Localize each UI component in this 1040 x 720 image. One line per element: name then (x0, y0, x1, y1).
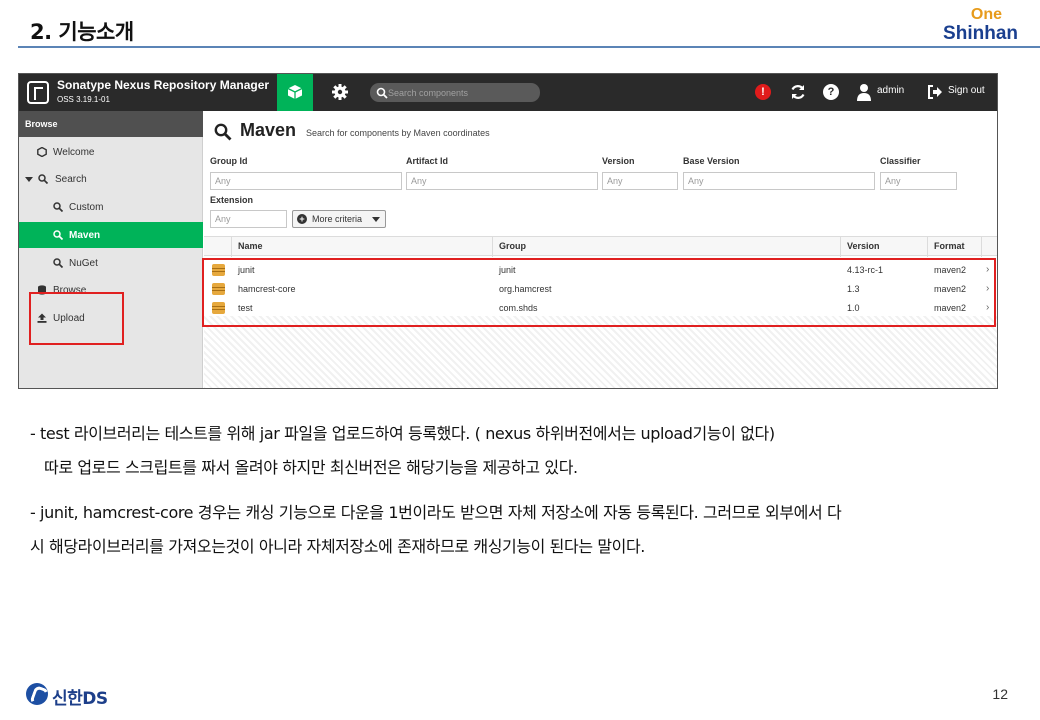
search-icon (38, 174, 48, 184)
app-name: Sonatype Nexus Repository Manager (57, 78, 270, 92)
group-id-label: Group Id (210, 156, 248, 166)
paragraph-line: - junit, hamcrest-core 경우는 캐싱 기능으로 다운을 1… (30, 503, 842, 522)
search-icon (376, 87, 388, 99)
sidebar-header: Browse (19, 111, 203, 137)
search-icon (53, 258, 63, 268)
nexus-logo-icon[interactable] (27, 81, 49, 104)
column-divider (840, 237, 841, 257)
column-divider (231, 237, 232, 257)
browse-mode-button[interactable] (277, 74, 313, 111)
title-divider (18, 46, 1040, 48)
one-shinhan-logo: One Shinhan (932, 6, 1018, 44)
sidebar-item-label: Custom (69, 202, 104, 213)
brand-shinhan-text: Shinhan (943, 23, 1018, 44)
slide-title: 2. 기능소개 (30, 20, 134, 44)
more-criteria-button[interactable]: + More criteria (292, 210, 386, 228)
app-version: OSS 3.19.1-01 (57, 95, 110, 104)
more-criteria-label: More criteria (312, 214, 363, 224)
column-divider (927, 237, 928, 257)
paragraph-upload: - test 라이브러리는 테스트를 위해 jar 파일을 업로드하여 등록했다… (30, 417, 1020, 485)
global-search[interactable] (370, 83, 540, 102)
nexus-top-bar: Sonatype Nexus Repository Manager OSS 3.… (19, 74, 997, 111)
page-title: Maven (240, 120, 297, 140)
caret-down-icon (372, 217, 380, 222)
column-divider (981, 237, 982, 257)
footer-logo-text: 신한DS (52, 689, 108, 709)
results-table-header: Name Group Version Format (204, 236, 997, 257)
sidebar-item-search[interactable]: Search (19, 166, 203, 192)
classifier-field[interactable] (880, 172, 957, 190)
search-icon (214, 123, 232, 141)
paragraph-caching: - junit, hamcrest-core 경우는 캐싱 기능으로 다운을 1… (30, 496, 1020, 564)
version-label: Version (602, 156, 635, 166)
sidebar-item-welcome[interactable]: Welcome (19, 139, 203, 165)
group-id-field[interactable] (210, 172, 402, 190)
maven-search-panel: Maven Search for components by Maven coo… (204, 111, 997, 388)
search-icon (53, 230, 63, 240)
search-input[interactable] (388, 84, 536, 101)
sidebar-item-label: Maven (69, 230, 101, 241)
sidebar-item-label: NuGet (69, 258, 98, 269)
column-header-format[interactable]: Format (934, 241, 965, 251)
nexus-screenshot: Sonatype Nexus Repository Manager OSS 3.… (18, 73, 998, 389)
column-header-version[interactable]: Version (847, 241, 880, 251)
brand-one-text: One (970, 6, 1002, 23)
alert-icon[interactable]: ! (755, 84, 771, 100)
highlight-box-results (202, 258, 996, 327)
refresh-icon[interactable] (789, 83, 807, 101)
artifact-id-label: Artifact Id (406, 156, 449, 166)
version-field[interactable] (602, 172, 678, 190)
gear-icon[interactable] (331, 83, 349, 101)
page-number: 12 (992, 686, 1008, 702)
user-icon[interactable] (857, 83, 871, 101)
column-header-name[interactable]: Name (238, 241, 263, 251)
paragraph-line: 따로 업로드 스크립트를 짜서 올려야 하지만 최신버전은 해당기능을 제공하고… (44, 458, 578, 477)
sign-out-button[interactable]: Sign out (948, 85, 985, 96)
artifact-id-field[interactable] (406, 172, 598, 190)
column-divider (492, 237, 493, 257)
shinhan-ds-logo-icon (26, 683, 48, 705)
caret-down-icon (25, 177, 33, 182)
classifier-label: Classifier (880, 156, 921, 166)
sidebar-item-label: Search (55, 174, 87, 185)
user-name[interactable]: admin (877, 85, 904, 96)
search-icon (53, 202, 63, 212)
extension-label: Extension (210, 195, 254, 205)
paragraph-line: - test 라이브러리는 테스트를 위해 jar 파일을 업로드하여 등록했다… (30, 424, 775, 443)
plus-circle-icon: + (297, 214, 307, 224)
base-version-field[interactable] (683, 172, 875, 190)
page-subtitle: Search for components by Maven coordinat… (306, 128, 490, 138)
highlight-box-upload (29, 292, 124, 345)
sign-out-icon[interactable] (927, 84, 943, 100)
base-version-label: Base Version (683, 156, 740, 166)
sidebar-item-nuget[interactable]: NuGet (19, 250, 203, 276)
sidebar-item-label: Welcome (53, 147, 95, 158)
sidebar-item-maven[interactable]: Maven (19, 222, 203, 248)
column-header-group[interactable]: Group (499, 241, 526, 251)
cube-icon (287, 85, 303, 99)
help-icon[interactable]: ? (823, 84, 839, 100)
hexagon-icon (37, 147, 47, 157)
sidebar-item-custom[interactable]: Custom (19, 194, 203, 220)
paragraph-line: 시 해당라이브러리를 가져오는것이 아니라 자체저장소에 존재하므로 캐싱기능이… (30, 537, 645, 556)
extension-field[interactable] (210, 210, 287, 228)
sidebar: Browse Welcome Search Custom Maven NuGet… (19, 111, 203, 388)
